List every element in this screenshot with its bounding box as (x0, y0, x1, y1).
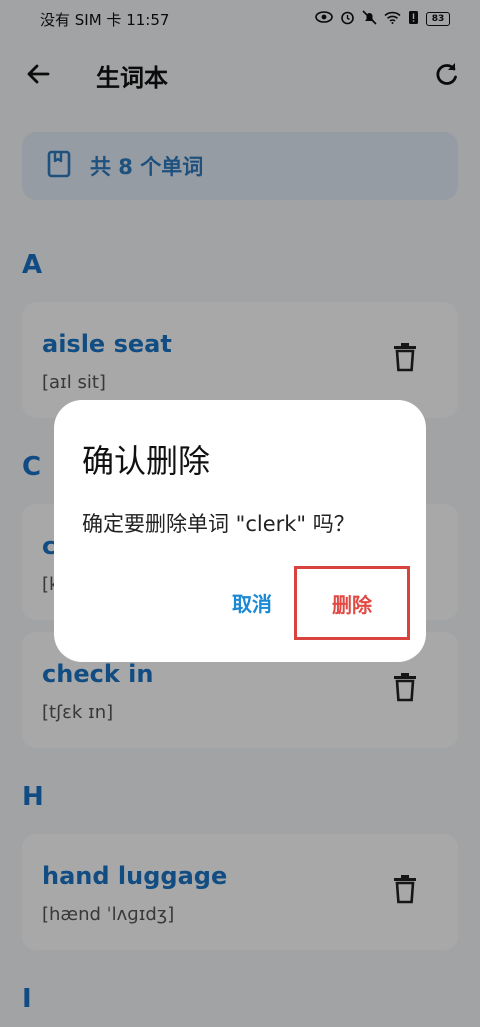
confirm-delete-button[interactable]: 删除 (294, 566, 410, 640)
dialog-title: 确认删除 (82, 442, 211, 480)
confirm-delete-dialog: 确认删除 确定要删除单词 "clerk" 吗？ 取消 删除 (54, 400, 426, 662)
dialog-message: 确定要删除单词 "clerk" 吗？ (82, 512, 355, 536)
cancel-button[interactable]: 取消 (214, 580, 290, 624)
